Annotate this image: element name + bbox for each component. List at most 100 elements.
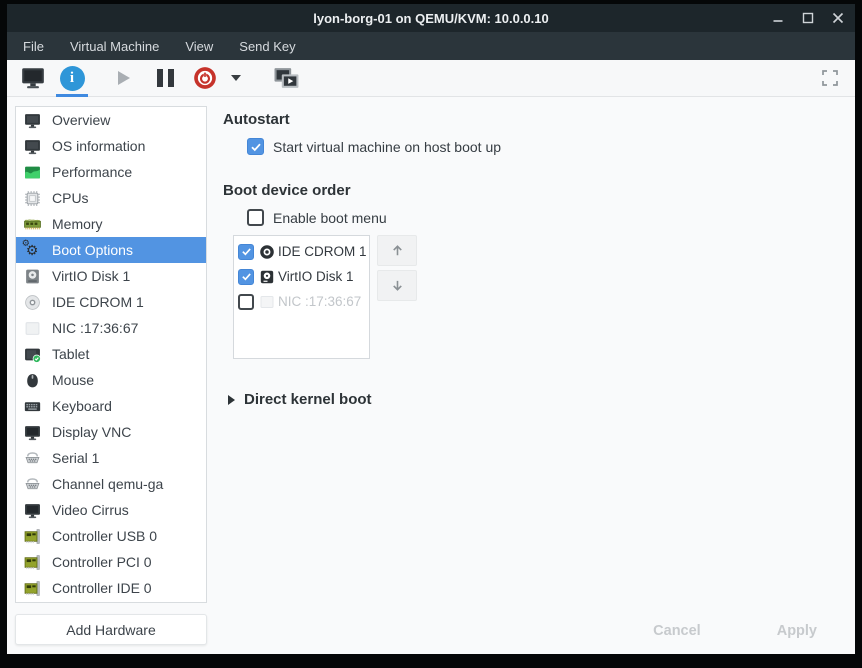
sidebar-item-tablet[interactable]: Tablet xyxy=(16,341,206,367)
sidebar-item-boot-options[interactable]: ⚙⚙ Boot Options xyxy=(16,237,206,263)
titlebar[interactable]: lyon-borg-01 on QEMU/KVM: 10.0.0.10 xyxy=(7,4,855,32)
sidebar-item-nic[interactable]: NIC :17:36:67 xyxy=(16,315,206,341)
sidebar-item-controller-pci-0[interactable]: Controller PCI 0 xyxy=(16,549,206,575)
cancel-button[interactable]: Cancel xyxy=(643,617,711,645)
move-up-button[interactable] xyxy=(377,235,417,266)
boot-device-label: IDE CDROM 1 xyxy=(278,244,367,259)
autostart-checkbox-label: Start virtual machine on host boot up xyxy=(273,139,501,155)
sidebar-item-label: IDE CDROM 1 xyxy=(52,294,144,310)
sidebar-item-partial[interactable] xyxy=(16,601,206,603)
virtual-displays-button[interactable] xyxy=(272,63,302,93)
boot-device-checkbox[interactable] xyxy=(238,294,254,310)
sidebar-item-display-vnc[interactable]: Display VNC xyxy=(16,419,206,445)
maximize-button[interactable] xyxy=(801,11,815,25)
move-down-button[interactable] xyxy=(377,270,417,301)
sidebar-item-controller-ide-0[interactable]: Controller IDE 0 xyxy=(16,575,206,601)
boot-device-label: NIC :17:36:67 xyxy=(278,294,361,309)
cdrom-icon xyxy=(23,293,41,311)
sidebar-item-label: OS information xyxy=(52,138,145,154)
window-controls xyxy=(771,4,845,32)
show-console-button[interactable] xyxy=(18,63,48,93)
check-icon xyxy=(241,271,252,282)
sidebar-item-virtio-disk-1[interactable]: VirtIO Disk 1 xyxy=(16,263,206,289)
sidebar-item-label: Display VNC xyxy=(52,424,131,440)
boot-device-list: IDE CDROM 1 VirtIO Disk 1 xyxy=(233,235,370,359)
sidebar-item-label: Controller PCI 0 xyxy=(52,554,152,570)
sidebar-item-channel-qemu-ga[interactable]: Channel qemu-ga xyxy=(16,471,206,497)
shutdown-button[interactable] xyxy=(192,63,218,93)
hardware-list: Overview OS information Performance xyxy=(15,106,207,603)
vm-details-window: lyon-borg-01 on QEMU/KVM: 10.0.0.10 File… xyxy=(7,4,855,654)
boot-device-checkbox[interactable] xyxy=(238,244,254,260)
fullscreen-button[interactable] xyxy=(820,63,840,93)
boot-order-move-buttons xyxy=(377,235,417,301)
fullscreen-icon xyxy=(822,70,838,86)
autostart-row[interactable]: Start virtual machine on host boot up xyxy=(247,138,855,155)
sidebar-item-overview[interactable]: Overview xyxy=(16,107,206,133)
sidebar-item-label: Keyboard xyxy=(52,398,112,414)
mouse-icon xyxy=(23,371,41,389)
pause-button[interactable] xyxy=(154,63,176,93)
sidebar-item-os-information[interactable]: OS information xyxy=(16,133,206,159)
sidebar-item-label: Controller IDE 0 xyxy=(52,580,152,596)
nic-icon xyxy=(23,319,41,337)
serial-port-icon xyxy=(23,449,41,467)
show-details-button[interactable]: i xyxy=(57,61,87,95)
boot-device-row-ide-cdrom-1[interactable]: IDE CDROM 1 xyxy=(238,239,369,264)
boot-device-row-virtio-disk-1[interactable]: VirtIO Disk 1 xyxy=(238,264,369,289)
tablet-icon xyxy=(23,345,41,363)
direct-kernel-boot-expander[interactable]: Direct kernel boot xyxy=(228,391,855,408)
sidebar-item-performance[interactable]: Performance xyxy=(16,159,206,185)
serial-port-icon xyxy=(23,475,41,493)
monitor-icon xyxy=(23,137,41,155)
sidebar-item-memory[interactable]: Memory xyxy=(16,211,206,237)
expander-triangle-icon xyxy=(228,395,235,405)
direct-kernel-boot-label: Direct kernel boot xyxy=(244,391,372,408)
apply-button[interactable]: Apply xyxy=(767,617,827,645)
keyboard-icon xyxy=(23,397,41,415)
boot-device-row-nic[interactable]: NIC :17:36:67 xyxy=(238,289,369,314)
sidebar-item-controller-usb-0[interactable]: Controller USB 0 xyxy=(16,523,206,549)
toolbar: i xyxy=(7,60,855,97)
close-button[interactable] xyxy=(831,11,845,25)
sidebar-item-label: Controller USB 0 xyxy=(52,528,157,544)
enable-boot-menu-label: Enable boot menu xyxy=(273,210,387,226)
sidebar-item-label: Mouse xyxy=(52,372,94,388)
shutdown-menu-button[interactable] xyxy=(228,63,244,93)
menu-virtual-machine[interactable]: Virtual Machine xyxy=(70,39,159,54)
autostart-heading: Autostart xyxy=(223,111,855,128)
check-icon xyxy=(250,141,262,153)
cpu-chip-icon xyxy=(23,189,41,207)
sidebar-item-label: Video Cirrus xyxy=(52,502,129,518)
sidebar-item-label: Boot Options xyxy=(52,242,133,258)
add-hardware-button[interactable]: Add Hardware xyxy=(15,614,207,645)
boot-device-label: VirtIO Disk 1 xyxy=(278,269,354,284)
pause-icon xyxy=(157,69,163,87)
run-button[interactable] xyxy=(110,63,136,93)
menu-send-key[interactable]: Send Key xyxy=(239,39,295,54)
window-title: lyon-borg-01 on QEMU/KVM: 10.0.0.10 xyxy=(313,11,549,26)
sidebar-item-keyboard[interactable]: Keyboard xyxy=(16,393,206,419)
sidebar-item-label: Channel qemu-ga xyxy=(52,476,163,492)
active-tab-underline xyxy=(56,94,88,97)
sidebar-item-label: Memory xyxy=(52,216,103,232)
sidebar-item-ide-cdrom-1[interactable]: IDE CDROM 1 xyxy=(16,289,206,315)
menu-view[interactable]: View xyxy=(185,39,213,54)
enable-boot-menu-row[interactable]: Enable boot menu xyxy=(247,209,855,226)
autostart-checkbox[interactable] xyxy=(247,138,264,155)
sidebar-item-serial-1[interactable]: Serial 1 xyxy=(16,445,206,471)
monitor-icon xyxy=(23,501,41,519)
menu-file[interactable]: File xyxy=(23,39,44,54)
sidebar-item-mouse[interactable]: Mouse xyxy=(16,367,206,393)
monitor-icon xyxy=(23,423,41,441)
enable-boot-menu-checkbox[interactable] xyxy=(247,209,264,226)
sidebar-item-cpus[interactable]: CPUs xyxy=(16,185,206,211)
boot-options-panel: Autostart Start virtual machine on host … xyxy=(215,97,855,654)
nic-faded-icon xyxy=(259,294,275,310)
sidebar-item-label: CPUs xyxy=(52,190,89,206)
boot-device-checkbox[interactable] xyxy=(238,269,254,285)
pause-icon xyxy=(168,69,174,87)
sidebar-item-video-cirrus[interactable]: Video Cirrus xyxy=(16,497,206,523)
shutdown-icon xyxy=(192,65,218,91)
minimize-button[interactable] xyxy=(771,11,785,25)
